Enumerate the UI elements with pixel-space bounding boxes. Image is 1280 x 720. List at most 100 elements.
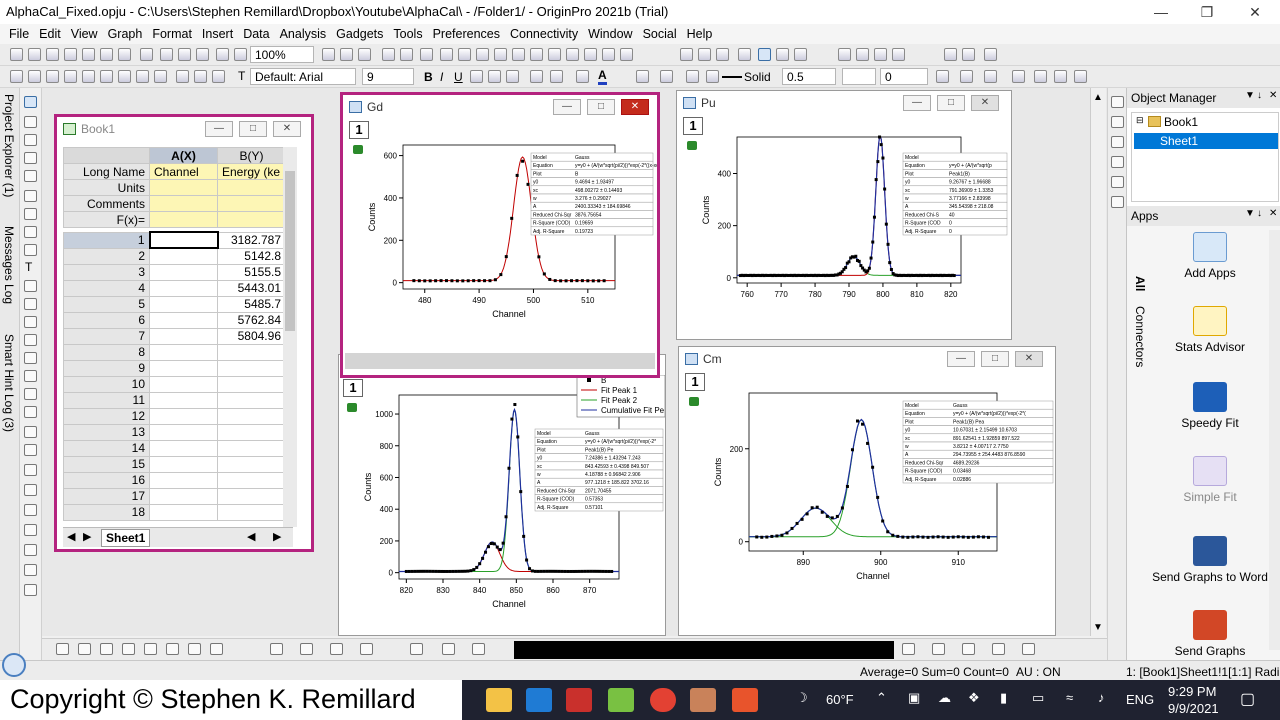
corner-cell[interactable] <box>63 147 150 164</box>
sort-icon[interactable] <box>698 48 711 61</box>
cm-minimize-button[interactable]: — <box>947 351 975 367</box>
pointer-tool-icon[interactable] <box>24 96 37 108</box>
align-left-icon[interactable] <box>550 70 563 83</box>
bottom-tool-18-icon[interactable] <box>962 643 975 655</box>
row-header[interactable]: 14 <box>63 439 150 457</box>
back-icon[interactable] <box>1074 70 1087 83</box>
tree-collapse-icon[interactable]: ⊟ <box>1136 115 1144 126</box>
merge-graph-icon[interactable] <box>512 48 525 61</box>
fx-a[interactable] <box>149 211 218 228</box>
menu-file[interactable]: File <box>4 27 34 41</box>
cell-a[interactable] <box>149 279 218 297</box>
cell-a[interactable] <box>149 263 218 281</box>
bottom-tool-8-icon[interactable] <box>210 643 223 655</box>
book1-titlebar[interactable]: Book1 — □ ✕ <box>57 117 311 141</box>
save-template-icon[interactable] <box>178 48 191 61</box>
underline-button[interactable]: U <box>454 70 463 84</box>
volume-icon[interactable]: ♪ <box>1098 690 1105 705</box>
bottom-tool-7-icon[interactable] <box>188 643 201 655</box>
column-z-icon[interactable] <box>776 48 789 61</box>
row-header[interactable]: 3 <box>63 263 150 281</box>
bottom-tool-4-icon[interactable] <box>122 643 135 655</box>
cm-graph-window[interactable]: Cm — □ ✕ 1 890 900 910 0 200 Channel Counts Mod… <box>678 346 1056 636</box>
gd-minimize-button[interactable]: — <box>553 99 581 115</box>
pu-maximize-button[interactable]: □ <box>937 95 965 111</box>
restore-button[interactable]: ❐ <box>1184 0 1230 24</box>
scale-tool-icon[interactable] <box>24 134 37 146</box>
filter-icon[interactable] <box>680 48 693 61</box>
cell-b[interactable]: 5804.96 <box>217 327 286 345</box>
row-header[interactable]: 7 <box>63 327 150 345</box>
camtasia-icon[interactable] <box>608 688 634 712</box>
row-header[interactable]: 10 <box>63 375 150 393</box>
plot-column-icon[interactable] <box>64 70 77 83</box>
fx-b[interactable] <box>217 211 286 228</box>
insert-link-icon[interactable] <box>24 524 37 536</box>
cell-a[interactable] <box>149 295 218 313</box>
am-graph-window[interactable]: 1 820 830 840 850 860 870 0 200 400 600 800 1000 Cha… <box>338 354 666 636</box>
cell-b[interactable]: 5485.7 <box>217 295 286 313</box>
insert-shape-icon[interactable] <box>24 584 37 596</box>
workspace-vscrollbar[interactable] <box>1090 88 1106 636</box>
menu-social[interactable]: Social <box>638 27 682 41</box>
group-icon[interactable] <box>1012 70 1025 83</box>
rectangle-tool-icon[interactable] <box>24 334 37 346</box>
save-icon[interactable] <box>160 48 173 61</box>
cm-close-button[interactable]: ✕ <box>1015 351 1043 367</box>
bottom-tool-5-icon[interactable] <box>144 643 157 655</box>
data-selector-icon[interactable] <box>24 208 37 220</box>
plot-scatter-icon[interactable] <box>28 70 41 83</box>
annotation-tool-icon[interactable] <box>24 190 37 202</box>
weather-moon-icon[interactable]: ☽ <box>796 690 808 706</box>
arrow-select[interactable] <box>842 68 876 85</box>
am-graph-plot[interactable]: 820 830 840 850 860 870 0 200 400 600 800 1000 Chann… <box>339 375 665 633</box>
long-name-b[interactable]: Energy (ke <box>217 163 286 180</box>
column-error-icon[interactable] <box>794 48 807 61</box>
pattern-icon[interactable] <box>660 70 673 83</box>
menu-analysis[interactable]: Analysis <box>275 27 332 41</box>
line-tool-icon[interactable] <box>24 316 37 328</box>
duplicate-icon[interactable] <box>234 48 247 61</box>
tree-item-sheet1[interactable]: Sheet1 <box>1160 134 1198 148</box>
cell-b[interactable] <box>217 343 286 361</box>
row-header[interactable]: 2 <box>63 247 150 265</box>
insert-equation-icon[interactable] <box>24 464 37 476</box>
menu-tools[interactable]: Tools <box>388 27 427 41</box>
greek-icon[interactable] <box>506 70 519 83</box>
command-window-icon[interactable] <box>400 48 413 61</box>
close-button[interactable]: ✕ <box>1232 0 1278 24</box>
bottom-tool-2-icon[interactable] <box>78 643 91 655</box>
draw-data-icon[interactable] <box>24 244 37 256</box>
border-icon[interactable] <box>576 70 589 83</box>
menu-window[interactable]: Window <box>583 27 637 41</box>
cell-a[interactable] <box>149 311 218 329</box>
label-row-comments[interactable]: Comments <box>63 195 150 212</box>
symbol-shape-icon[interactable] <box>936 70 949 83</box>
recalculate-icon[interactable] <box>216 48 229 61</box>
cell-a[interactable] <box>149 503 218 521</box>
superscript-icon[interactable] <box>470 70 483 83</box>
layer-contents-icon[interactable] <box>602 48 615 61</box>
font-color-icon[interactable]: A <box>598 68 607 85</box>
mini-tool-2-icon[interactable] <box>1111 116 1124 128</box>
row-header[interactable]: 17 <box>63 487 150 505</box>
app-simple-fit[interactable]: Simple Fit <box>1149 456 1271 504</box>
search-globe-icon[interactable] <box>2 653 26 677</box>
file-explorer-icon[interactable] <box>486 688 512 712</box>
move-right-icon[interactable] <box>856 48 869 61</box>
gd-graph-window[interactable]: Gd — □ ✕ 1 480 490 500 510 0 200 400 600 Channel… <box>340 92 660 378</box>
apps-scrollbar[interactable] <box>1269 230 1280 650</box>
book1-vscroll-thumb[interactable] <box>285 171 295 331</box>
nav-extra-icon[interactable] <box>984 48 997 61</box>
new-notes-icon[interactable] <box>118 48 131 61</box>
front-icon[interactable] <box>1054 70 1067 83</box>
new-layout-icon[interactable] <box>100 48 113 61</box>
timestamp-icon[interactable] <box>566 48 579 61</box>
cell-b[interactable]: 5443.01 <box>217 279 286 297</box>
nav-forward-icon[interactable] <box>962 48 975 61</box>
bottom-tool-12-icon[interactable] <box>360 643 373 655</box>
angle-select[interactable]: 0 <box>880 68 928 85</box>
pane-menu-icon[interactable]: ▼ <box>1245 90 1255 101</box>
zoom-out-icon[interactable] <box>476 48 489 61</box>
project-explorer-icon[interactable] <box>420 48 433 61</box>
